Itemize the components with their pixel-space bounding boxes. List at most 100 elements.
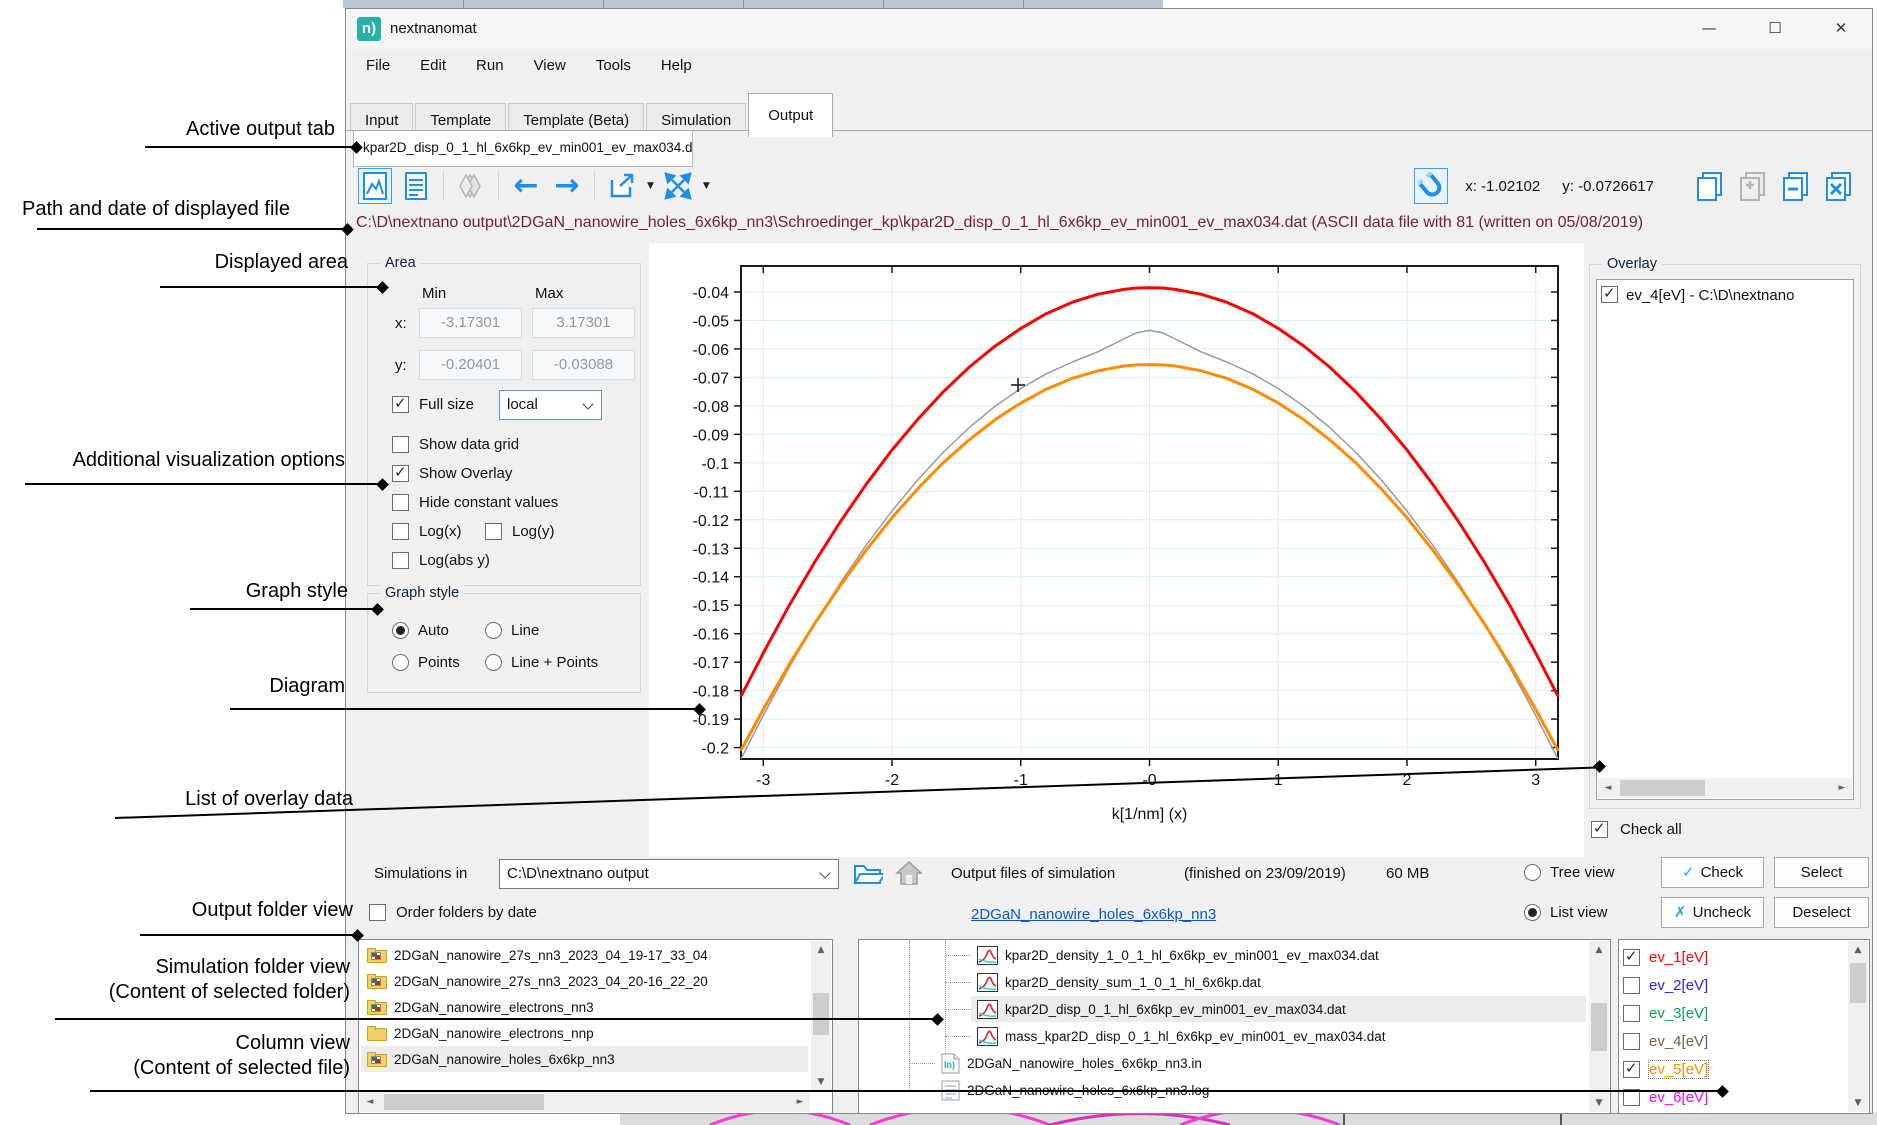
y-min-field[interactable]: -0.20401 (419, 350, 522, 380)
ev1-checkbox[interactable] (1623, 949, 1640, 966)
folder-row[interactable]: 2DGaN_nanowire_27s_nn3_2023_04_20-16_22_… (361, 968, 808, 994)
scrollbar-thumb[interactable] (1850, 963, 1866, 1003)
scroll-down-icon[interactable]: ▼ (811, 1073, 831, 1091)
check-button[interactable]: ✓Check (1661, 857, 1764, 888)
minimize-button[interactable]: — (1688, 13, 1730, 43)
style-auto-radio[interactable] (392, 622, 409, 639)
new-graph-window-button[interactable] (1693, 168, 1727, 204)
folder-row[interactable]: 2DGaN_nanowire_27s_nn3_2023_04_19-17_33_… (361, 942, 808, 968)
hide-constant-values-checkbox[interactable] (392, 494, 409, 511)
x-min-field[interactable]: -3.17301 (419, 308, 522, 338)
log-abs-y-checkbox[interactable] (392, 552, 409, 569)
style-points-radio[interactable] (392, 654, 409, 671)
home-folder-button[interactable] (895, 860, 923, 891)
column-list-vertical-scrollbar[interactable]: ▲ ▼ (1848, 941, 1868, 1112)
scroll-down-icon[interactable]: ▼ (1589, 1094, 1609, 1112)
overlay-item-checkbox[interactable] (1601, 286, 1618, 303)
list-view-radio[interactable] (1524, 904, 1541, 921)
style-line-radio[interactable] (485, 622, 502, 639)
scroll-right-icon[interactable]: ► (790, 1092, 810, 1112)
x-max-field[interactable]: 3.17301 (532, 308, 635, 338)
column-row[interactable]: ev_2[eV] (1623, 972, 1708, 998)
column-row[interactable]: ev_1[eV] (1623, 944, 1708, 970)
file-row[interactable]: kpar2D_density_sum_1_0_1_hl_6x6kp.dat (971, 969, 1586, 995)
file-row-selected[interactable]: kpar2D_disp_0_1_hl_6x6kp_ev_min001_ev_ma… (971, 996, 1586, 1022)
menu-help[interactable]: Help (661, 57, 692, 74)
simulation-folder-link[interactable]: 2DGaN_nanowire_holes_6x6kp_nn3 (971, 906, 1216, 923)
scrollbar-thumb[interactable] (813, 993, 829, 1035)
scroll-up-icon[interactable]: ▲ (1589, 941, 1609, 959)
fit-dropdown-caret[interactable]: ▼ (703, 181, 710, 191)
simulations-folder-combobox[interactable]: C:\D\nextnano output (499, 859, 839, 889)
close-graph-window-button[interactable] (1822, 168, 1856, 204)
full-size-checkbox[interactable] (392, 396, 409, 413)
overlay-list-item[interactable]: ev_4[eV] - C:\D\nextnano (1601, 286, 1849, 312)
folder-row-selected[interactable]: 2DGaN_nanowire_holes_6x6kp_nn3 (361, 1046, 808, 1072)
menu-run[interactable]: Run (476, 57, 504, 74)
scrollbar-thumb[interactable] (1591, 1003, 1607, 1051)
scrollbar-thumb[interactable] (1620, 780, 1705, 796)
log-y-checkbox[interactable] (485, 523, 502, 540)
column-row[interactable]: ev_6[eV] (1623, 1084, 1708, 1110)
add-graph-window-button[interactable] (1736, 168, 1770, 204)
folder-list-horizontal-scrollbar[interactable]: ◄ ► (360, 1092, 810, 1112)
scroll-left-icon[interactable]: ◄ (1598, 778, 1618, 798)
scrollbar-thumb[interactable] (384, 1094, 544, 1110)
maximize-button[interactable]: ☐ (1754, 13, 1796, 43)
show-overlay-checkbox[interactable] (392, 465, 409, 482)
column-row[interactable]: ev_3[eV] (1623, 1000, 1708, 1026)
slices-button-disabled[interactable] (454, 168, 488, 204)
y-max-field[interactable]: -0.03088 (532, 350, 635, 380)
tab-output[interactable]: Output (748, 93, 833, 137)
back-button[interactable]: ← (509, 168, 543, 204)
menu-tools[interactable]: Tools (596, 57, 631, 74)
show-data-grid-checkbox[interactable] (392, 436, 409, 453)
forward-button[interactable]: → (550, 168, 584, 204)
overlay-horizontal-scrollbar[interactable]: ◄ ► (1598, 778, 1852, 798)
scale-select[interactable]: local (499, 390, 602, 420)
file-row[interactable]: In) 2DGaN_nanowire_holes_6x6kp_nn3.in (935, 1050, 1586, 1076)
tree-view-radio[interactable] (1524, 864, 1541, 881)
text-view-button[interactable] (399, 168, 433, 204)
ev4-checkbox[interactable] (1623, 1033, 1640, 1050)
scroll-up-icon[interactable]: ▲ (811, 941, 831, 959)
close-button[interactable]: ✕ (1820, 13, 1862, 43)
scroll-right-icon[interactable]: ► (1832, 778, 1852, 798)
ev3-checkbox[interactable] (1623, 1005, 1640, 1022)
folder-row[interactable]: 2DGaN_nanowire_electrons_nn3 (361, 994, 808, 1020)
graph-view-button[interactable] (358, 168, 392, 204)
scroll-up-icon[interactable]: ▲ (1848, 941, 1868, 959)
menu-edit[interactable]: Edit (420, 57, 446, 74)
remove-graph-window-button[interactable] (1779, 168, 1813, 204)
column-row[interactable]: ev_4[eV] (1623, 1028, 1708, 1054)
menu-file[interactable]: File (366, 57, 390, 74)
scroll-down-icon[interactable]: ▼ (1848, 1094, 1868, 1112)
file-path-and-date: C:\D\nextnano output\2DGaN_nanowire_hole… (356, 214, 1866, 240)
log-x-checkbox[interactable] (392, 523, 409, 540)
menu-view[interactable]: View (534, 57, 566, 74)
file-row[interactable]: mass_kpar2D_disp_0_1_hl_6x6kp_ev_min001_… (971, 1023, 1586, 1049)
ev5-checkbox[interactable] (1623, 1061, 1640, 1078)
uncheck-button[interactable]: ✗Uncheck (1661, 897, 1764, 928)
column-row[interactable]: ev_5[eV] (1623, 1056, 1708, 1082)
deselect-button[interactable]: Deselect (1774, 897, 1869, 928)
scroll-left-icon[interactable]: ◄ (360, 1092, 380, 1112)
graph-style-title: Graph style (380, 585, 464, 601)
export-button[interactable] (605, 168, 639, 204)
order-folders-by-date-label: Order folders by date (396, 904, 537, 921)
style-line-points-radio[interactable] (485, 654, 502, 671)
snap-cursor-button[interactable] (1414, 168, 1448, 204)
fit-to-window-button[interactable] (661, 168, 695, 204)
order-folders-by-date-checkbox[interactable] (369, 904, 386, 921)
export-dropdown-caret[interactable]: ▼ (647, 181, 654, 191)
select-button[interactable]: Select (1774, 857, 1869, 888)
document-tab[interactable]: kpar2D_disp_0_1_hl_6x6kp_ev_min001_ev_ma… (353, 131, 693, 167)
browse-folder-button[interactable] (853, 860, 883, 891)
folder-list-vertical-scrollbar[interactable]: ▲ ▼ (811, 941, 831, 1091)
file-tree-vertical-scrollbar[interactable]: ▲ ▼ (1589, 941, 1609, 1112)
check-all-checkbox[interactable] (1591, 821, 1608, 838)
folder-row[interactable]: 2DGaN_nanowire_electrons_nnp (361, 1020, 808, 1046)
file-row[interactable]: kpar2D_density_1_0_1_hl_6x6kp_ev_min001_… (971, 942, 1586, 968)
diagram-plot[interactable]: -3-2-1-0123-0.04-0.05-0.06-0.07-0.08-0.0… (649, 243, 1584, 857)
ev2-checkbox[interactable] (1623, 977, 1640, 994)
